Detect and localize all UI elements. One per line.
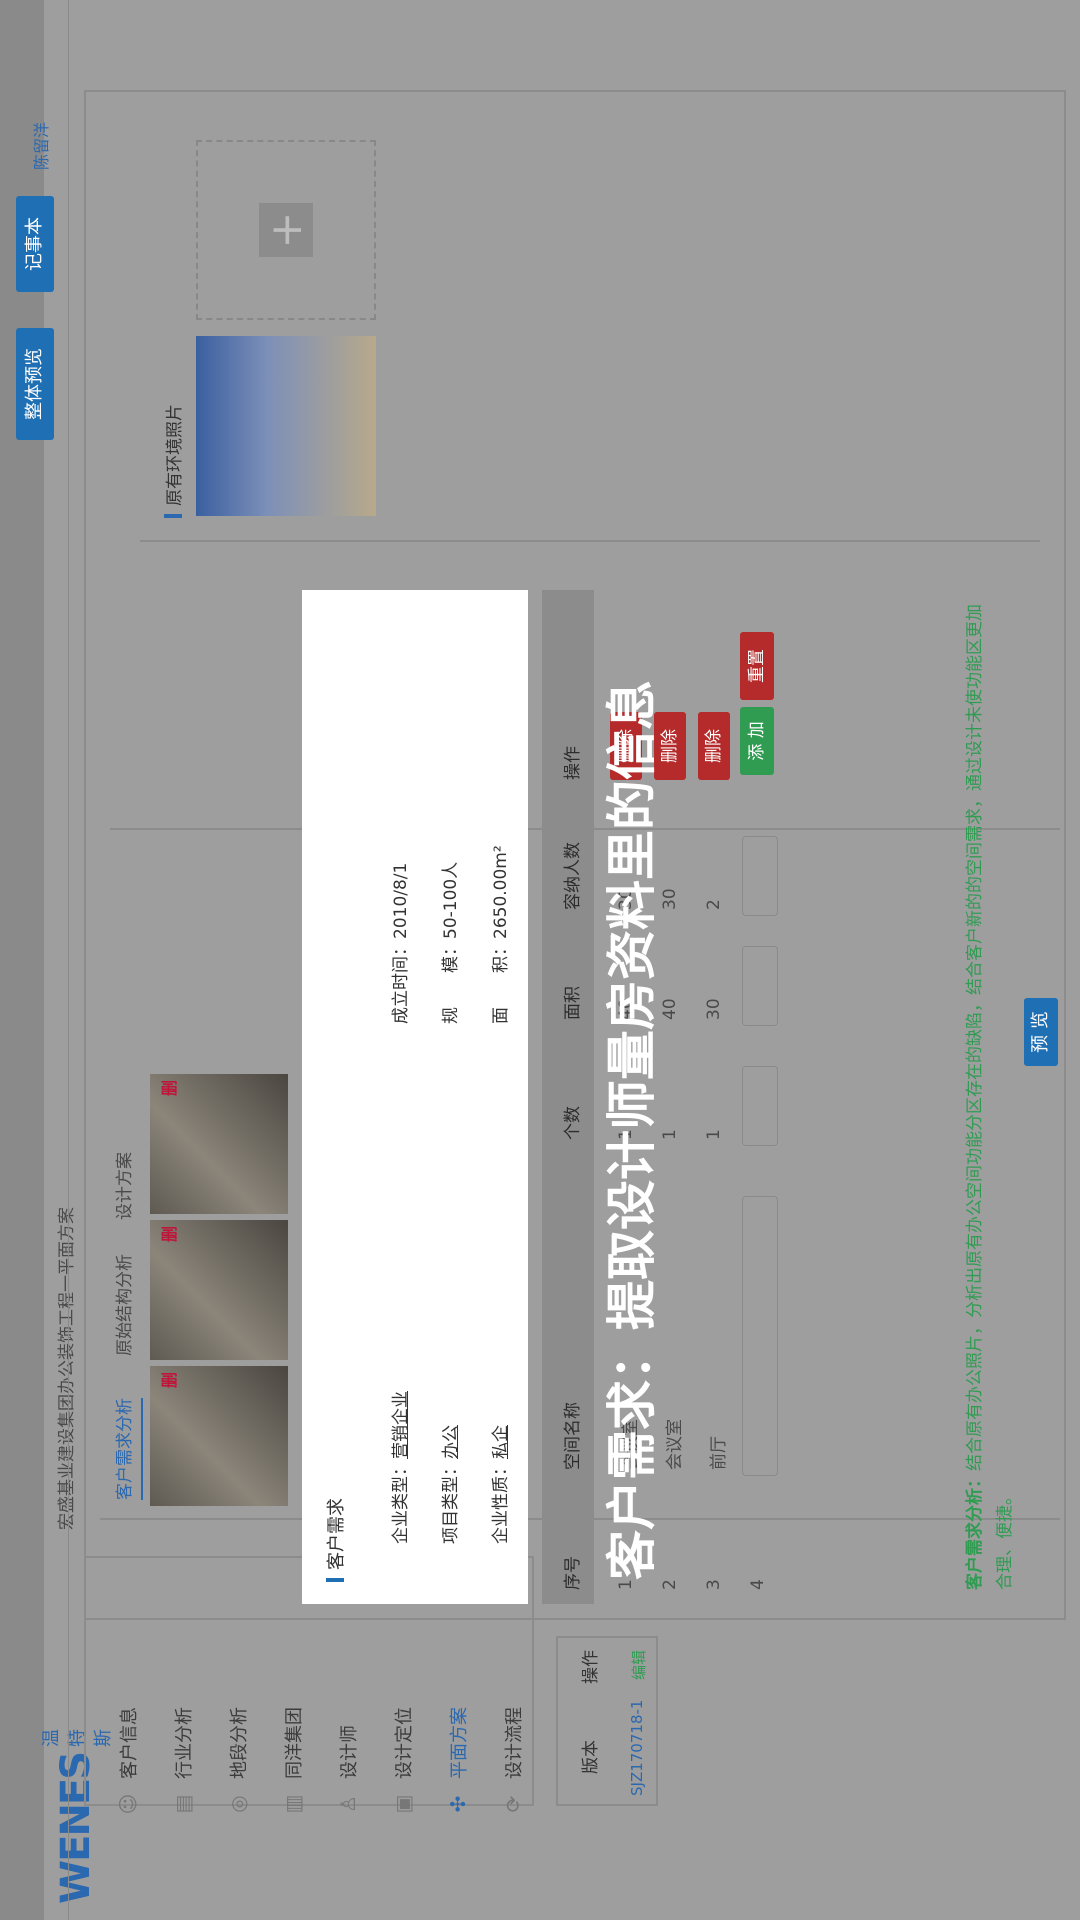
analysis-body: 结合原有办公照片，分析出原有办公空间功能分区存在的缺陷，结合客户新的的空间需求，…	[965, 604, 1015, 1590]
client-needs-title: 客户需求	[322, 1498, 348, 1582]
notebook-button[interactable]: 记事本	[16, 196, 54, 292]
space-cell-count: 1	[704, 1129, 724, 1140]
space-cell-no: 3	[704, 1579, 724, 1590]
needs-value: 2010/8/1	[391, 862, 411, 939]
add-photo-box[interactable]: +	[196, 140, 376, 320]
needs-value: 营销企业	[391, 1391, 411, 1459]
photo-3[interactable]: 删	[150, 1074, 288, 1214]
user-icon: ☺	[116, 1793, 140, 1815]
needs-field-right-0: 成立时间：2010/8/1	[386, 863, 411, 1024]
needs-label: 面 积：	[491, 939, 511, 1024]
space-input-area[interactable]	[742, 946, 778, 1026]
space-cell-area: 30	[704, 998, 724, 1020]
needs-value: 私企	[491, 1425, 511, 1459]
sidebar-item-label: 行业分析	[174, 1707, 195, 1779]
version-value[interactable]: SJZ170718-1	[628, 1700, 646, 1796]
needs-field-right-1: 规 模：50-100人	[436, 862, 461, 1024]
sidebar-item-label: 设计定位	[394, 1707, 415, 1779]
needs-label: 规 模：	[441, 939, 461, 1024]
space-input-name[interactable]	[742, 1196, 778, 1476]
section-marker	[326, 1578, 344, 1582]
space-input-people[interactable]	[742, 836, 778, 916]
space-header-5: 操作	[563, 746, 583, 780]
space-header-3: 面积	[563, 986, 583, 1020]
document-icon: ▣	[391, 1794, 415, 1814]
delete-tag[interactable]: 删	[156, 1226, 180, 1242]
tab-client-needs[interactable]: 客户需求分析	[110, 1398, 143, 1500]
needs-label: 企业性质：	[491, 1459, 511, 1544]
sidebar-item-label: 平面方案	[449, 1707, 470, 1779]
delete-row-button[interactable]: 删除	[698, 712, 730, 780]
photo-2[interactable]: 删	[150, 1220, 288, 1360]
sidebar-item-label: 设计流程	[504, 1707, 525, 1779]
space-cell-no: 2	[660, 1579, 680, 1590]
needs-label: 项目类型：	[441, 1459, 461, 1544]
sidebar-item-label: 客户信息	[119, 1707, 140, 1779]
sidebar-item-label: 设计师	[339, 1725, 360, 1779]
photo-1[interactable]: 删	[150, 1366, 288, 1506]
rotated-screen: WENES 温特斯 宏盛基业建设集团办公装饰工程一平面方案 整体预览 记事本 陈…	[0, 0, 1080, 1920]
chart-icon: ▤	[171, 1794, 195, 1814]
needs-label: 企业类型：	[391, 1459, 411, 1544]
header-divider	[68, 0, 69, 1920]
needs-field-left-1: 项目类型：办公	[436, 1425, 461, 1544]
space-header-1: 空间名称	[563, 1402, 583, 1470]
needs-value: 办公	[441, 1425, 461, 1459]
building-icon: ▥	[281, 1794, 305, 1814]
client-needs-title-text: 客户需求	[326, 1498, 347, 1570]
env-photo[interactable]	[196, 336, 376, 516]
delete-tag[interactable]: 删	[156, 1372, 180, 1388]
space-header-4: 容纳人数	[563, 842, 583, 910]
plus-icon: +	[259, 203, 313, 257]
flow-icon: ⟳	[501, 1795, 525, 1813]
space-header-0: 序号	[563, 1556, 583, 1590]
section-marker	[163, 514, 182, 518]
space-header-2: 个数	[563, 1106, 583, 1140]
sidebar-item-label: 同洋集团	[284, 1707, 305, 1779]
client-needs-card: 客户需求 企业类型：营销企业 项目类型：办公 企业性质：私企 成立时间：2010/8…	[302, 590, 528, 1604]
env-title-text: 原有环境照片	[165, 404, 185, 506]
space-cell-no: 1	[616, 1579, 636, 1590]
space-cell-name: 前厅	[709, 1436, 729, 1470]
user-name[interactable]: 陈留洋	[28, 122, 52, 170]
overview-button[interactable]: 整体预览	[16, 328, 54, 440]
version-header-version: 版本	[581, 1740, 601, 1774]
version-header-action: 操作	[581, 1650, 601, 1684]
delete-tag[interactable]: 删	[156, 1080, 180, 1096]
project-title: 宏盛基业建设集团办公装饰工程一平面方案	[57, 1207, 77, 1530]
reset-row-button[interactable]: 重置	[740, 632, 774, 700]
needs-label: 成立时间：	[391, 939, 411, 1024]
needs-field-right-2: 面 积：2650.00m²	[486, 845, 511, 1024]
preview-button[interactable]: 预 览	[1024, 998, 1058, 1066]
needs-value: 2650.00m²	[491, 845, 511, 939]
version-edit-link[interactable]: 编辑	[628, 1650, 649, 1680]
needs-field-left-0: 企业类型：营销企业	[386, 1391, 411, 1544]
needs-value: 50-100人	[441, 861, 461, 939]
location-icon: ◎	[226, 1795, 250, 1813]
env-frame-top	[140, 540, 1040, 542]
space-cell-people: 2	[704, 899, 724, 910]
tab-structure[interactable]: 原始结构分析	[110, 1254, 135, 1356]
add-button[interactable]: 添 加	[740, 707, 774, 775]
space-cell-no: 4	[748, 1579, 768, 1590]
layout-icon: ✣	[446, 1795, 470, 1813]
needs-field-left-2: 企业性质：私企	[486, 1425, 511, 1544]
analysis-text: 客户需求分析：结合原有办公照片，分析出原有办公空间功能分区存在的缺陷，结合客户新…	[960, 600, 1020, 1590]
designer-icon: ♙	[336, 1795, 360, 1813]
env-title: 原有环境照片	[160, 404, 185, 518]
tab-design[interactable]: 设计方案	[110, 1152, 135, 1220]
space-input-count[interactable]	[742, 1066, 778, 1146]
overlay-caption: 客户需求：提取设计师量房资料里的信息	[603, 680, 661, 1580]
analysis-label: 客户需求分析：	[965, 1471, 985, 1590]
sidebar-item-label: 地段分析	[229, 1707, 250, 1779]
